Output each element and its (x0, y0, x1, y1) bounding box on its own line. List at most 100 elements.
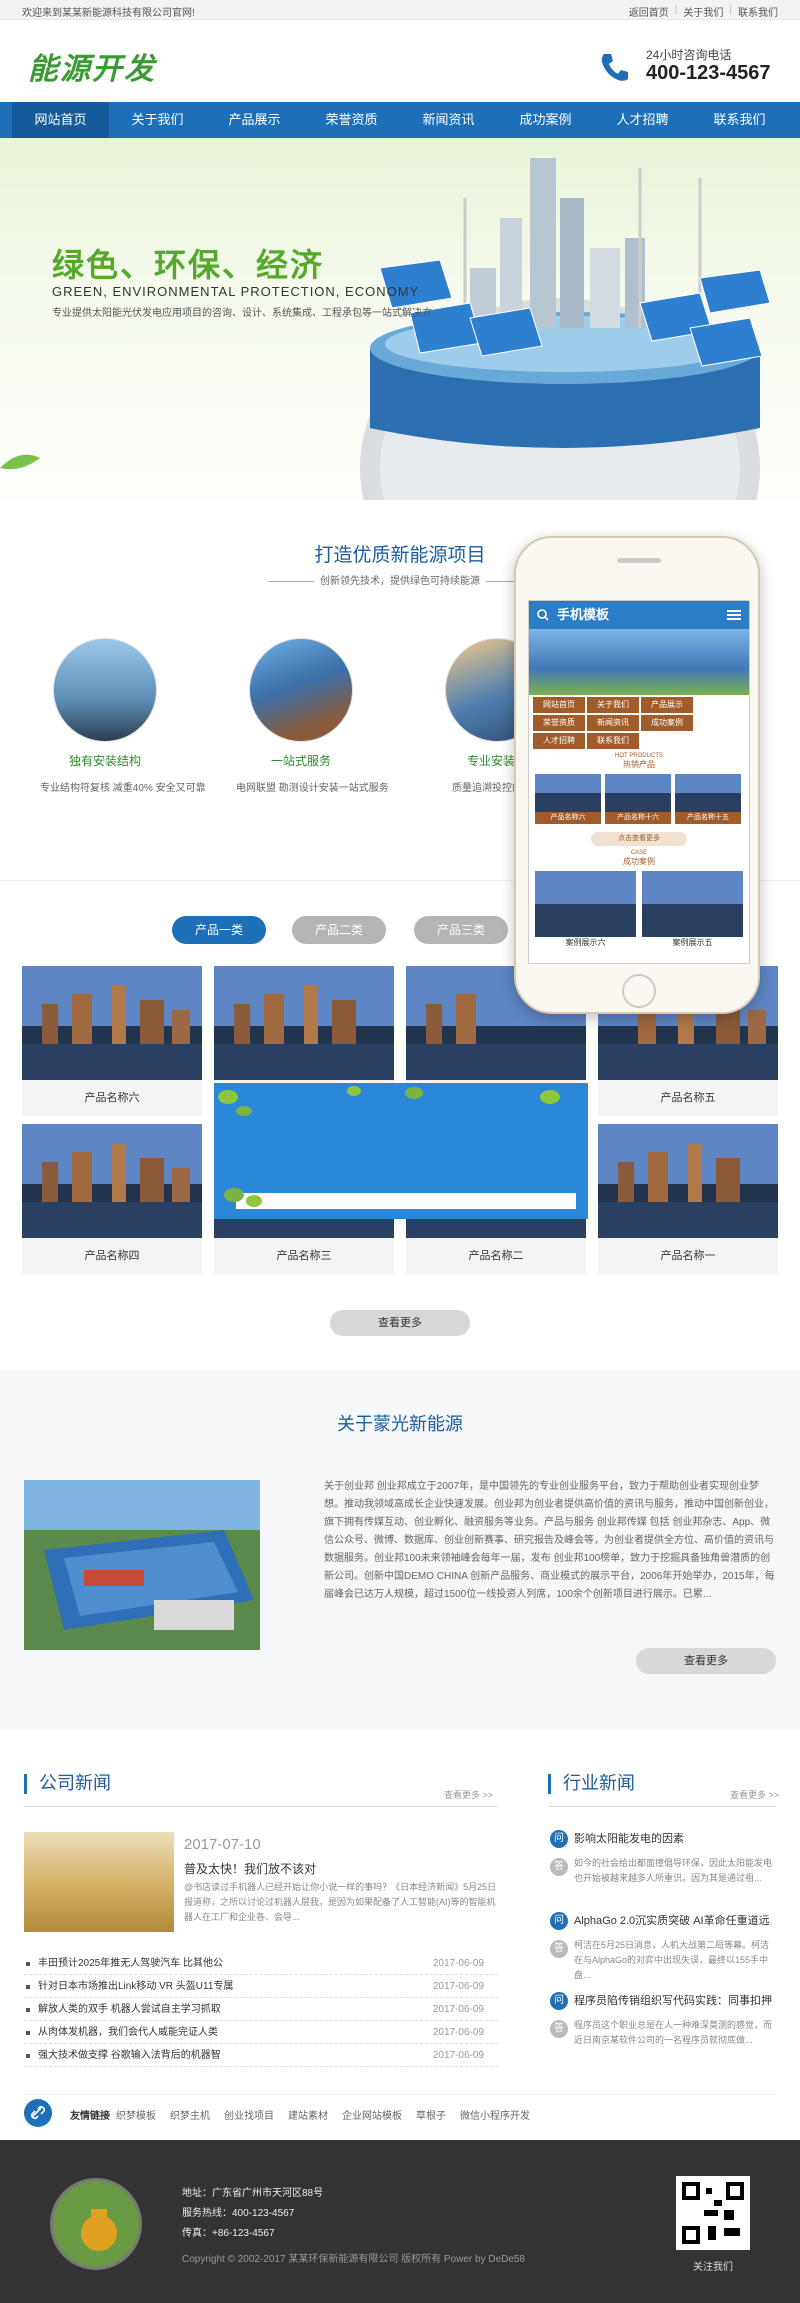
friend-link[interactable]: 建站素材 (288, 2107, 328, 2122)
mobile-menu-item[interactable]: 人才招聘 (533, 733, 585, 749)
tab-product-cat-3[interactable]: 产品三类 (414, 916, 508, 944)
featured-news-title[interactable]: 普及太快！我们放不该对 (184, 1860, 316, 1877)
mobile-menu-item[interactable]: 联系我们 (587, 733, 639, 749)
product-image (214, 966, 394, 1080)
product-name: 产品名称二 (468, 1250, 524, 1262)
industry-news-desc: 柯洁在5月25日消息，人机大战第二局等幕。柯洁在与AlphaGo的对弈中出现失误… (574, 1940, 770, 1980)
top-link-home[interactable]: 返回首页 (629, 4, 669, 19)
industry-news-item[interactable]: 问 AlphaGo 2.0沉实质突破 AI革命任重道远 答柯洁在5月25日消息，人… (548, 1912, 776, 1983)
site-header: 能源开发 24小时咨询电话 400-123-4567 (0, 20, 800, 102)
footer-logo (50, 2178, 142, 2270)
industry-news-more-link[interactable]: 查看更多 >> (730, 1788, 779, 1801)
menu-icon[interactable] (727, 610, 741, 620)
products-more-button[interactable]: 查看更多 (330, 1310, 470, 1336)
friend-link[interactable]: 织梦模板 (116, 2107, 156, 2122)
industry-news-title: 影响太阳能发电的因素 (574, 1833, 684, 1845)
company-news-more-link[interactable]: 查看更多 >> (444, 1788, 493, 1801)
mobile-menu-item[interactable]: 成功案例 (641, 715, 693, 731)
nav-item-contact[interactable]: 联系我们 (691, 102, 788, 138)
hotline-box: 24小时咨询电话 400-123-4567 (598, 46, 778, 96)
mobile-menu-item[interactable]: 新闻资讯 (587, 715, 639, 731)
banner-illustration (0, 158, 771, 500)
service-card[interactable]: 一站式服务 电网联盟 勘测设计安装一站式服务 (236, 638, 389, 794)
product-card[interactable]: 产品名称六 (22, 966, 202, 1116)
mobile-menu-item[interactable]: 荣誉资质 (533, 715, 585, 731)
friend-link[interactable]: 微信小程序开发 (460, 2107, 530, 2122)
top-link-about[interactable]: 关于我们 (683, 4, 723, 19)
product-name: 产品名称四 (84, 1250, 140, 1262)
hero-banner: 绿色、环保、经济 GREEN, ENVIRONMENTAL PROTECTION… (0, 138, 800, 500)
banner-title: 绿色、环保、经济 (52, 247, 325, 283)
friend-links-label: 友情链接 (70, 2111, 110, 2122)
telephone-icon (601, 54, 628, 81)
mobile-menu: 网站首页 关于我们 产品展示 荣誉资质 新闻资讯 成功案例 人才招聘 联系我们 (529, 695, 749, 751)
footer-service-line: 服务热线：400-123-4567 (182, 2208, 295, 2219)
industry-news-item[interactable]: 问影响太阳能发电的因素 答如今的社会给出都面撞倡导环保，因此太阳能发电也开始被越… (548, 1830, 776, 1886)
mobile-menu-item[interactable]: 网站首页 (533, 697, 585, 713)
separator: | (674, 4, 678, 15)
nav-item-about[interactable]: 关于我们 (109, 102, 206, 138)
link-icon (24, 2099, 52, 2127)
hotline-label: 24小时咨询电话 (646, 48, 732, 62)
friend-link[interactable]: 企业网站模板 (342, 2107, 402, 2122)
nav-item-cases[interactable]: 成功案例 (497, 102, 594, 138)
mobile-menu-item[interactable]: 产品展示 (641, 697, 693, 713)
qr-code (676, 2176, 750, 2250)
mobile-product[interactable]: 产品名称六 (535, 774, 601, 824)
news-title: 针对日本市场推出Link移动 VR 头盔U11专属 (38, 1981, 234, 1992)
about-more-button[interactable]: 查看更多 (636, 1648, 776, 1674)
news-item[interactable]: 丰田预计2025年推无人驾驶汽车 比其他公 2017-06-09 (24, 1952, 498, 1975)
leaf-overlay-banner (214, 1083, 588, 1219)
friend-link[interactable]: 创业找项目 (224, 2107, 274, 2122)
product-name: 产品名称六 (84, 1092, 140, 1104)
mobile-template-mockup: 手机模板 网站首页 关于我们 产品展示 荣誉资质 新闻资讯 成功案例 人才招聘 … (514, 536, 760, 1014)
service-card[interactable]: 独有安装结构 专业结构符复核 减重40% 安全又可靠 (40, 638, 206, 794)
friend-link[interactable]: 草根子 (416, 2107, 446, 2122)
news-title: 解放人类的双手 机器人尝试自主学习抓取 (38, 2004, 221, 2015)
top-link-contact[interactable]: 联系我们 (738, 4, 778, 19)
search-icon[interactable] (537, 609, 549, 621)
industry-news-title: 行业新闻 (548, 1774, 635, 1794)
mobile-header: 手机模板 (529, 601, 749, 629)
welcome-text: 欢迎来到某某新能源科技有限公司官网! (22, 8, 195, 19)
friend-links: 友情链接 织梦模板 织梦主机 创业找项目 建站素材 企业网站模板 草根子 微信小… (24, 2094, 776, 2130)
mobile-product[interactable]: 产品名称十五 (675, 774, 741, 824)
nav-item-news[interactable]: 新闻资讯 (400, 102, 497, 138)
site-logo[interactable]: 能源开发 (28, 44, 156, 88)
mobile-case[interactable]: 案例展示五 (642, 871, 743, 949)
company-news-title: 公司新闻 (24, 1774, 111, 1794)
product-name: 产品名称三 (276, 1250, 332, 1262)
nav-item-home[interactable]: 网站首页 (12, 102, 109, 138)
news-item[interactable]: 解放人类的双手 机器人尝试自主学习抓取 2017-06-09 (24, 1998, 498, 2021)
phone-home-button (622, 974, 656, 1008)
answer-icon: 答 (550, 1858, 568, 1876)
news-item[interactable]: 针对日本市场推出Link移动 VR 头盔U11专属 2017-06-09 (24, 1975, 498, 1998)
money-bag-icon (53, 2181, 139, 2267)
mobile-product-name: 产品名称十五 (675, 812, 741, 824)
news-item[interactable]: 从肉体发机器，我们会代人威能完证人类 2017-06-09 (24, 2021, 498, 2044)
nav-item-jobs[interactable]: 人才招聘 (594, 102, 691, 138)
mobile-product[interactable]: 产品名称十六 (605, 774, 671, 824)
tab-product-cat-2[interactable]: 产品二类 (292, 916, 386, 944)
question-icon: 问 (550, 1830, 568, 1848)
nav-item-products[interactable]: 产品展示 (206, 102, 303, 138)
mobile-menu-item[interactable]: 关于我们 (587, 697, 639, 713)
mobile-more-button[interactable]: 点击查看更多 (591, 832, 687, 846)
service-desc: 专业结构符复核 减重40% 安全又可靠 (40, 783, 206, 794)
mobile-products: 产品名称六 产品名称十六 产品名称十五 (529, 770, 749, 828)
industry-news-item[interactable]: 问程序员陷传销组织写代码实践：同事扣押 答程序员这个职业总是在人一种难深莫测的感… (548, 1992, 776, 2048)
mobile-banner (529, 629, 749, 695)
friend-links-list: 织梦模板 织梦主机 创业找项目 建站素材 企业网站模板 草根子 微信小程序开发 (116, 2107, 530, 2122)
friend-link[interactable]: 织梦主机 (170, 2107, 210, 2122)
news-title: 丰田预计2025年推无人驾驶汽车 比其他公 (38, 1958, 224, 1969)
service-desc: 电网联盟 勘测设计安装一站式服务 (236, 783, 389, 794)
industry-news-title: 程序员陷传销组织写代码实践：同事扣押 (574, 1995, 772, 2007)
product-card[interactable]: 产品名称四 (22, 1124, 202, 1274)
tab-product-cat-1[interactable]: 产品一类 (172, 916, 266, 944)
product-card[interactable]: 产品名称一 (598, 1124, 778, 1274)
footer-address: 地址：广东省广州市天河区88号 (182, 2188, 324, 2199)
news-item[interactable]: 强大技术做支撑 谷歌输入法背后的机器智 2017-06-09 (24, 2044, 498, 2067)
service-title: 独有安装结构 (68, 754, 141, 768)
nav-item-honors[interactable]: 荣誉资质 (303, 102, 400, 138)
mobile-case[interactable]: 案例展示六 (535, 871, 636, 949)
